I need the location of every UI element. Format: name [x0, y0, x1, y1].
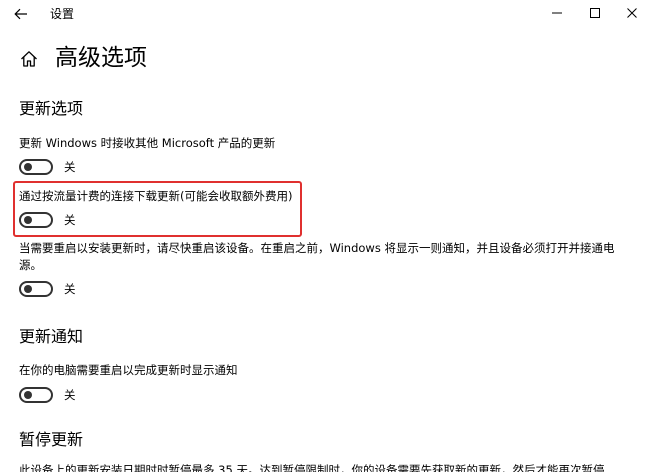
maximize-icon [590, 8, 600, 18]
toggle-knob [24, 391, 32, 399]
toggle-state-metered-connection: 关 [64, 213, 76, 227]
title-bar: 设置 [0, 0, 650, 30]
section-title-update-options: 更新选项 [19, 99, 84, 118]
close-icon [627, 8, 637, 18]
toggle-restart-notify[interactable] [19, 387, 53, 403]
page-title: 高级选项 [55, 45, 147, 71]
minimize-button[interactable] [539, 2, 575, 24]
home-icon [21, 51, 37, 67]
toggle-state-restart-asap: 关 [64, 282, 76, 296]
back-arrow-icon [14, 8, 27, 20]
toggle-state-other-products: 关 [64, 160, 76, 174]
toggle-knob [24, 163, 32, 171]
section-title-update-notify: 更新通知 [19, 327, 84, 346]
window-title: 设置 [50, 7, 75, 21]
option-label-restart-asap: 当需要重启以安装更新时，请尽快重启该设备。在重启之前，Windows 将显示一则… [19, 241, 615, 272]
home-button[interactable] [19, 49, 39, 69]
back-button[interactable] [8, 4, 34, 24]
toggle-other-products[interactable] [19, 159, 53, 175]
toggle-restart-asap[interactable] [19, 281, 53, 297]
toggle-knob [24, 285, 32, 293]
option-label-restart-notify: 在你的电脑需要重启以完成更新时显示通知 [19, 363, 238, 377]
maximize-button[interactable] [577, 2, 613, 24]
option-label-other-products: 更新 Windows 时接收其他 Microsoft 产品的更新 [19, 136, 276, 150]
pause-updates-description: 此设备上的更新安装日期时时暂停最多 35 天。达到暂停限制时，你的设备需要先获取… [19, 463, 605, 472]
toggle-metered-connection[interactable] [19, 212, 53, 228]
close-button[interactable] [614, 2, 650, 24]
minimize-icon [552, 12, 562, 14]
option-label-metered-connection: 通过按流量计费的连接下载更新(可能会收取额外费用) [19, 189, 293, 203]
settings-window: 设置 高级选项 更新选项 更新 Windows 时接收其他 Microsoft … [0, 0, 650, 472]
section-title-pause-updates: 暂停更新 [19, 430, 84, 449]
toggle-state-restart-notify: 关 [64, 388, 76, 402]
toggle-knob [24, 216, 32, 224]
